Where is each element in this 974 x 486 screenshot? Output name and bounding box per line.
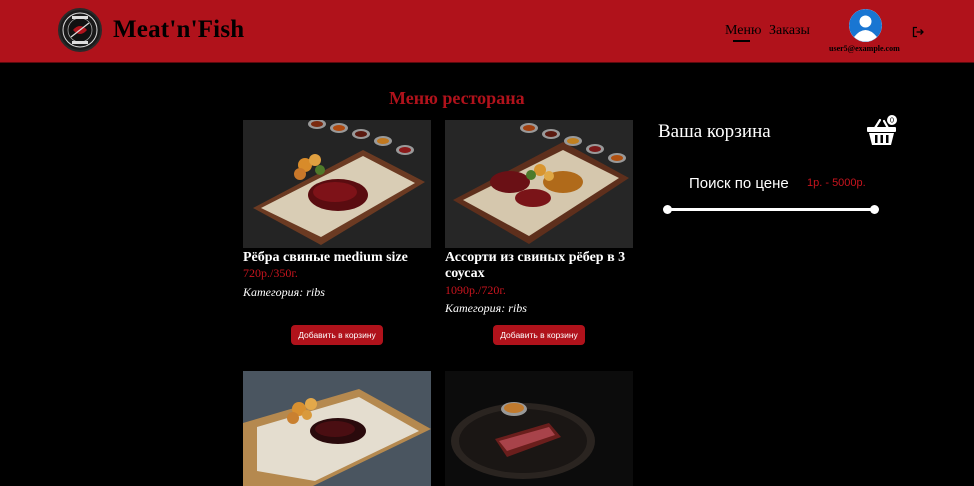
product-price: 1090р./720г. xyxy=(445,283,506,297)
active-nav-indicator xyxy=(733,40,750,42)
brand-name[interactable]: Meat'n'Fish xyxy=(113,16,244,44)
top-navbar: Meat'n'Fish Меню Заказы user5@example.co… xyxy=(0,0,974,63)
add-to-cart-button[interactable]: Добавить в корзину xyxy=(291,325,383,345)
page-title: Меню ресторана xyxy=(389,88,525,108)
product-category: Категория: ribs xyxy=(243,285,325,299)
product-price: 720р./350г. xyxy=(243,266,298,280)
logo-emblem-icon[interactable] xyxy=(58,8,102,52)
cart-title: Ваша корзина xyxy=(658,121,771,142)
price-search-label: Поиск по цене xyxy=(689,175,789,192)
product-name: Ассорти из свиных рёбер в 3 соусах xyxy=(445,250,626,281)
nav-menu-link[interactable]: Меню xyxy=(725,23,761,39)
user-avatar-icon[interactable] xyxy=(849,9,882,42)
cart-count: 0 xyxy=(890,116,894,125)
price-slider-track[interactable] xyxy=(666,208,874,211)
product-image xyxy=(445,120,633,248)
product-name: Рёбра свиные medium size xyxy=(243,250,408,265)
product-image xyxy=(243,120,431,248)
product-image xyxy=(243,371,431,486)
price-range-value: 1р. - 5000р. xyxy=(807,177,866,189)
shopping-basket-icon[interactable]: 0 xyxy=(865,115,899,154)
add-to-cart-button[interactable]: Добавить в корзину xyxy=(493,325,585,345)
logout-icon[interactable] xyxy=(912,25,924,43)
nav-orders-link[interactable]: Заказы xyxy=(769,23,810,39)
price-slider-min-thumb[interactable] xyxy=(663,205,672,214)
product-image xyxy=(445,371,633,486)
price-slider-max-thumb[interactable] xyxy=(870,205,879,214)
user-email: user5@example.com xyxy=(829,44,900,53)
product-category: Категория: ribs xyxy=(445,301,527,315)
